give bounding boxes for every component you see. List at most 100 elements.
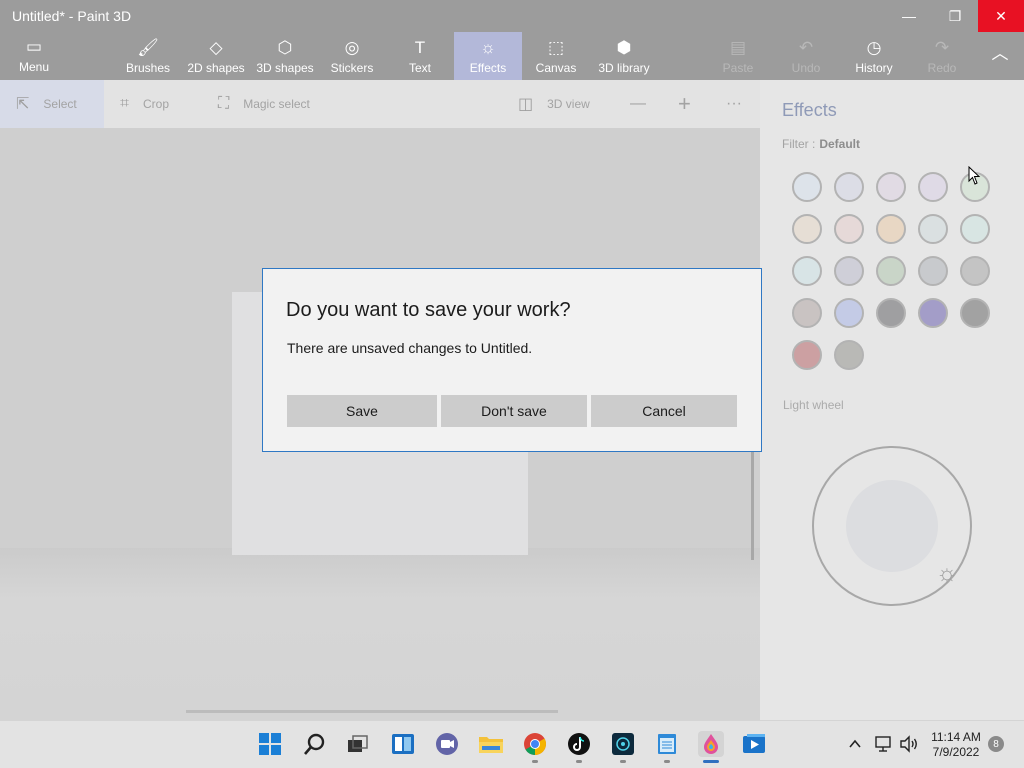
file-explorer-icon[interactable]	[478, 731, 504, 757]
zoom-out-button[interactable]: —	[630, 80, 646, 128]
filter-swatch[interactable]	[834, 214, 864, 244]
filter-swatch[interactable]	[876, 214, 906, 244]
save-dialog: Do you want to save your work? There are…	[262, 268, 762, 452]
chrome-icon[interactable]	[522, 731, 548, 757]
filter-swatch[interactable]	[960, 256, 990, 286]
effects-icon: ☼	[480, 38, 496, 57]
ribbon: ▭ Menu 🖌 Brushes ◇ 2D shapes ⬡ 3D shapes…	[0, 32, 1024, 80]
folder-icon: ▭	[25, 37, 43, 56]
magic-select-icon: ⛶	[218, 95, 230, 112]
tab-2d-shapes[interactable]: ◇ 2D shapes	[184, 32, 248, 80]
teams-chat-icon[interactable]	[434, 731, 460, 757]
3d-view-label: 3D view	[547, 97, 590, 111]
history-button[interactable]: ◷ History	[848, 32, 900, 80]
chevron-up-icon[interactable]	[842, 731, 868, 757]
tab-label: 3D library	[598, 61, 650, 75]
filter-swatch[interactable]	[918, 172, 948, 202]
notepad-icon[interactable]	[654, 731, 680, 757]
text-icon: T	[414, 38, 426, 57]
filter-value: Default	[819, 137, 861, 151]
workspace-floor	[0, 548, 760, 720]
paste-label: Paste	[722, 61, 754, 75]
redo-button[interactable]: ↷ Redo	[920, 32, 964, 80]
horizontal-scrollbar[interactable]	[186, 710, 558, 713]
magic-select-tool[interactable]: ⛶ Magic select	[218, 80, 310, 128]
running-indicator	[576, 760, 582, 763]
crop-tool[interactable]: ⌗ Crop	[120, 80, 169, 128]
sun-icon[interactable]: ☼	[936, 560, 958, 588]
undo-button[interactable]: ↶ Undo	[784, 32, 828, 80]
3d-view-toggle[interactable]: ◫ 3D view	[518, 80, 590, 128]
tab-canvas[interactable]: ⬚ Canvas	[534, 32, 578, 80]
filter-swatch[interactable]	[834, 172, 864, 202]
notification-badge[interactable]: 8	[988, 736, 1004, 752]
tab-label: 3D shapes	[256, 61, 314, 75]
running-indicator	[532, 760, 538, 763]
filter-swatch[interactable]	[834, 256, 864, 286]
taskbar: 11:14 AM 7/9/2022	[0, 720, 1024, 768]
game-app-icon[interactable]	[610, 731, 636, 757]
filter-swatch[interactable]	[960, 298, 990, 328]
filter-swatch[interactable]	[918, 214, 948, 244]
filter-swatch[interactable]	[792, 172, 822, 202]
filter-swatch[interactable]	[792, 340, 822, 370]
undo-label: Undo	[791, 61, 821, 75]
effects-panel: Effects Filter : Default Light wheel ☼	[760, 80, 1024, 720]
crop-icon: ⌗	[120, 95, 130, 112]
minimize-button[interactable]: —	[886, 0, 932, 32]
filter-swatch[interactable]	[792, 298, 822, 328]
more-options-button[interactable]: ···	[726, 80, 742, 128]
filter-swatch[interactable]	[876, 172, 906, 202]
menu-button[interactable]: ▭ Menu	[12, 32, 56, 80]
tab-text[interactable]: T Text	[398, 32, 442, 80]
stickers-icon: ◎	[344, 38, 360, 57]
clock-time: 11:14 AM	[931, 730, 981, 744]
tab-effects[interactable]: ☼ Effects	[454, 32, 522, 80]
tab-stickers[interactable]: ◎ Stickers	[326, 32, 378, 80]
redo-icon: ↷	[934, 38, 950, 57]
filter-swatch[interactable]	[960, 214, 990, 244]
filter-swatch[interactable]	[792, 214, 822, 244]
filter-swatch[interactable]	[918, 256, 948, 286]
magic-select-label: Magic select	[243, 97, 310, 111]
tab-3d-library[interactable]: ⬢ 3D library	[594, 32, 654, 80]
clock[interactable]: 11:14 AM 7/9/2022	[926, 730, 986, 760]
restore-button[interactable]: ❐	[932, 0, 978, 32]
dont-save-button[interactable]: Don't save	[441, 395, 587, 427]
filter-swatch[interactable]	[792, 256, 822, 286]
vertical-scrollbar[interactable]	[751, 450, 754, 560]
filter-row: Filter : Default	[782, 137, 860, 151]
collapse-ribbon-button[interactable]: ︿	[984, 32, 1016, 80]
select-tool[interactable]: ⇱ Select	[0, 80, 104, 128]
network-icon[interactable]	[870, 731, 896, 757]
task-view-icon[interactable]	[344, 731, 370, 757]
paint-3d-icon[interactable]	[698, 731, 724, 757]
window-title: Untitled* - Paint 3D	[12, 8, 132, 24]
tiktok-icon[interactable]	[566, 731, 592, 757]
dialog-message: There are unsaved changes to Untitled.	[287, 340, 533, 356]
filter-swatch[interactable]	[876, 256, 906, 286]
tab-3d-shapes[interactable]: ⬡ 3D shapes	[254, 32, 316, 80]
tab-brushes[interactable]: 🖌 Brushes	[120, 32, 176, 80]
close-button[interactable]: ✕	[978, 0, 1024, 32]
3d-library-icon: ⬢	[616, 38, 632, 57]
canvas-icon: ⬚	[547, 38, 565, 57]
undo-icon: ↶	[798, 38, 814, 57]
paste-button[interactable]: ▤ Paste	[716, 32, 760, 80]
save-button[interactable]: Save	[287, 395, 437, 427]
volume-icon[interactable]	[896, 731, 922, 757]
filter-label: Filter :	[782, 137, 816, 151]
media-app-icon[interactable]	[742, 731, 768, 757]
start-icon[interactable]	[257, 731, 283, 757]
filter-swatch[interactable]	[834, 340, 864, 370]
panel-title: Effects	[782, 100, 837, 120]
light-wheel-center	[846, 480, 938, 572]
filter-swatch[interactable]	[918, 298, 948, 328]
filter-swatch[interactable]	[876, 298, 906, 328]
widgets-icon[interactable]	[390, 731, 416, 757]
search-icon[interactable]	[302, 731, 328, 757]
title-bar: Untitled* - Paint 3D — ❐ ✕	[0, 0, 1024, 32]
cancel-button[interactable]: Cancel	[591, 395, 737, 427]
zoom-in-button[interactable]: +	[678, 80, 691, 128]
filter-swatch[interactable]	[834, 298, 864, 328]
